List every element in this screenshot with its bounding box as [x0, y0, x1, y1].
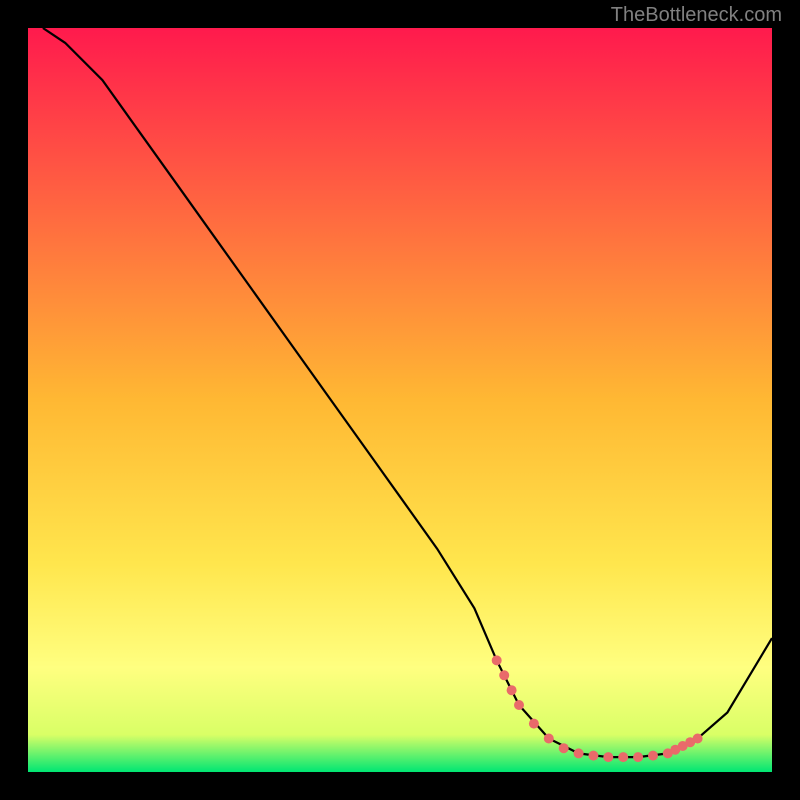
- attribution-text: TheBottleneck.com: [611, 4, 782, 27]
- marker-point: [588, 751, 598, 761]
- marker-point: [529, 719, 539, 729]
- marker-point: [559, 743, 569, 753]
- marker-point: [499, 670, 509, 680]
- marker-point: [492, 655, 502, 665]
- marker-point: [603, 752, 613, 762]
- marker-point: [648, 751, 658, 761]
- marker-point: [574, 748, 584, 758]
- chart-background: [28, 28, 772, 772]
- bottleneck-chart: [28, 28, 772, 772]
- marker-point: [693, 734, 703, 744]
- marker-point: [618, 752, 628, 762]
- marker-point: [507, 685, 517, 695]
- marker-point: [514, 700, 524, 710]
- marker-point: [633, 752, 643, 762]
- marker-point: [544, 734, 554, 744]
